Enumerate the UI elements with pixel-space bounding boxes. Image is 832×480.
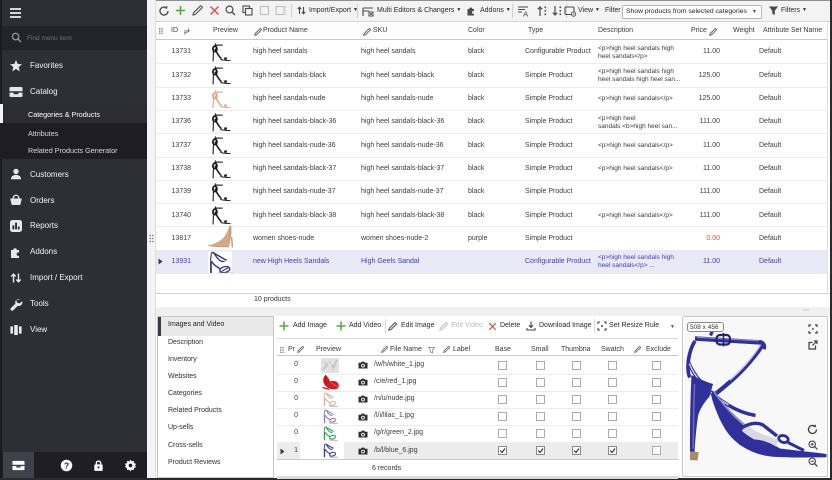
- svg-text:?: ?: [64, 460, 69, 470]
- svg-text:A: A: [523, 10, 528, 19]
